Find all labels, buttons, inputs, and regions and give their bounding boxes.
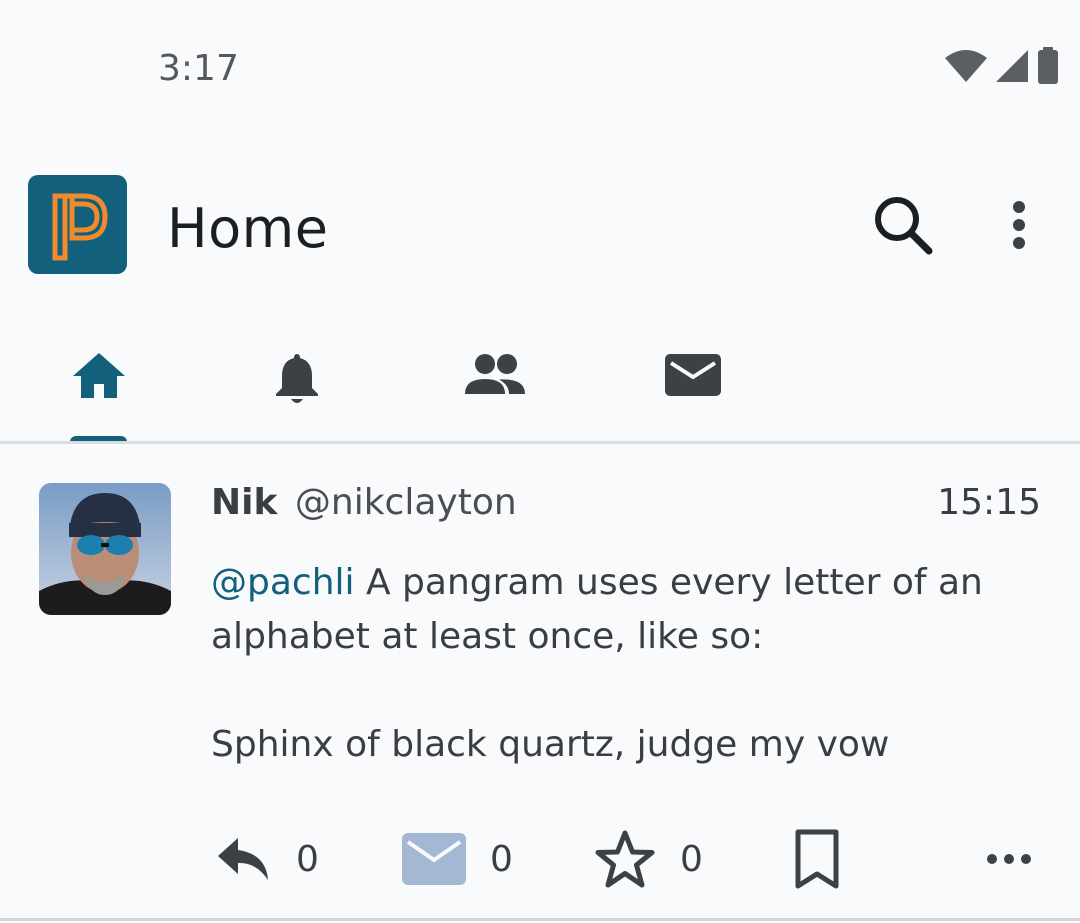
favourite-count: 0: [680, 838, 703, 880]
tab-home[interactable]: [0, 330, 198, 440]
battery-icon: [1038, 47, 1058, 84]
page-title: Home: [167, 197, 329, 260]
bell-icon: [276, 354, 318, 403]
dm-count: 0: [490, 838, 513, 880]
mention-link[interactable]: @pachli: [211, 562, 355, 603]
app-logo: [28, 175, 127, 274]
cell-signal-icon: [996, 50, 1028, 82]
more-horiz-icon: [987, 854, 1031, 864]
wifi-icon: [945, 50, 987, 82]
post-timestamp: 15:15: [937, 482, 1041, 523]
reply-button[interactable]: 0: [216, 819, 319, 899]
app-bar: Home: [0, 140, 1080, 320]
post-paragraph: @pachli A pangram uses every letter of a…: [211, 556, 1051, 664]
tab-local[interactable]: [396, 330, 594, 440]
tab-direct-messages[interactable]: [594, 330, 792, 440]
status-bar: 3:17: [0, 0, 1080, 140]
post-actions: 0 0 0: [0, 819, 1080, 899]
favourite-button[interactable]: 0: [594, 819, 703, 899]
star-outline-icon: [595, 830, 655, 888]
pachli-logo-icon: [52, 193, 108, 261]
more-options-button[interactable]: [994, 192, 1044, 262]
home-icon: [73, 353, 125, 398]
tab-notifications[interactable]: [198, 330, 396, 440]
divider: [0, 918, 1080, 921]
post-header: Nik @nikclayton 15:15: [211, 482, 1041, 532]
post-paragraph: Sphinx of black quartz, judge my vow: [211, 724, 890, 765]
avatar-image: [39, 483, 171, 615]
status-icons: [944, 47, 1060, 85]
avatar[interactable]: [39, 483, 171, 615]
post-content: @pachli A pangram uses every letter of a…: [211, 556, 1051, 772]
search-button[interactable]: [868, 192, 938, 262]
status-item[interactable]: Nik @nikclayton 15:15 @pachli A pangram …: [0, 444, 1080, 920]
direct-message-button[interactable]: 0: [402, 819, 513, 899]
bookmark-button[interactable]: [792, 819, 842, 899]
bookmark-outline-icon: [795, 829, 839, 889]
reply-count: 0: [296, 838, 319, 880]
display-name[interactable]: Nik: [211, 482, 277, 523]
username[interactable]: @nikclayton: [295, 482, 517, 523]
search-icon: [875, 197, 933, 255]
people-icon: [465, 354, 525, 394]
more-actions-button[interactable]: [984, 819, 1034, 899]
mail-icon: [665, 354, 721, 396]
reply-icon: [218, 838, 268, 880]
tab-bar: [0, 330, 1080, 444]
mail-icon: [402, 833, 466, 885]
status-time: 3:17: [158, 48, 239, 89]
more-vert-icon: [1013, 201, 1025, 249]
